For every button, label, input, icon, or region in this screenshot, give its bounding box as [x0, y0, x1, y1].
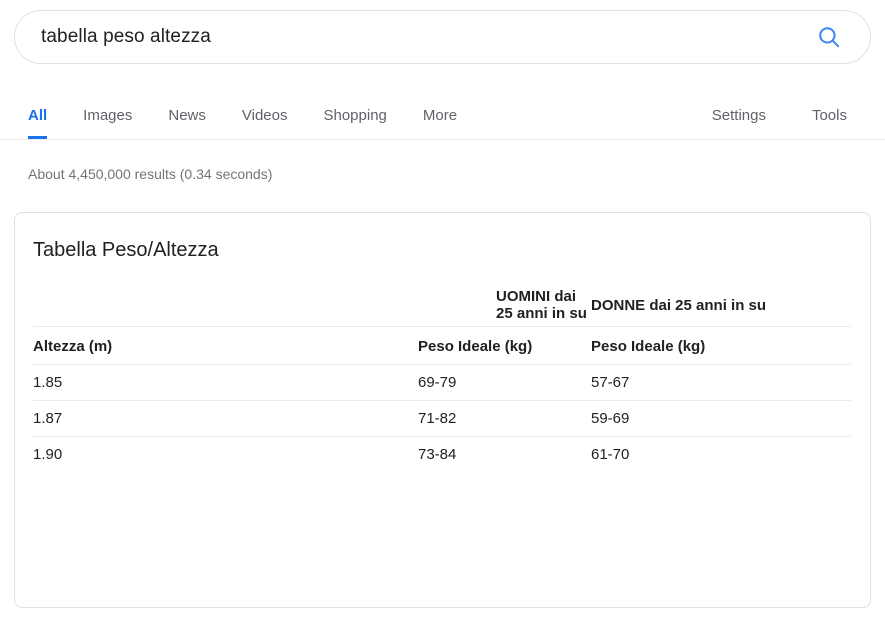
cell-men-weight: 69-79: [318, 364, 591, 401]
group-header-women: DONNE dai 25 anni in su: [591, 296, 767, 314]
column-header-men-weight: Peso Ideale (kg): [318, 326, 591, 365]
cell-height: 1.85: [33, 364, 318, 401]
result-stats: About 4,450,000 results (0.34 seconds): [28, 166, 273, 182]
search-icon: [819, 27, 840, 48]
column-header-women-weight: Peso Ideale (kg): [591, 326, 851, 365]
group-header-height: [33, 288, 318, 327]
search-nav-tabs: All Images News Videos Shopping More Set…: [0, 92, 885, 140]
tools-button[interactable]: Tools: [812, 92, 847, 139]
table-column-header-row: Altezza (m) Peso Ideale (kg) Peso Ideale…: [33, 326, 851, 365]
tab-news[interactable]: News: [168, 92, 206, 139]
column-header-height: Altezza (m): [33, 326, 318, 365]
table-row: 1.90 73-84 61-70: [33, 436, 851, 473]
tab-videos[interactable]: Videos: [242, 92, 288, 139]
cell-women-weight: 59-69: [591, 400, 851, 437]
cell-men-weight: 71-82: [318, 400, 591, 437]
nav-right-group: Settings Tools: [712, 92, 847, 139]
search-results-page: All Images News Videos Shopping More Set…: [0, 0, 885, 622]
table-group-header-row: UOMINI dai 25 anni in su DONNE dai 25 an…: [33, 288, 851, 327]
cell-height: 1.87: [33, 400, 318, 437]
cell-men-weight: 73-84: [318, 436, 591, 473]
weight-height-table: UOMINI dai 25 anni in su DONNE dai 25 an…: [33, 288, 851, 473]
cell-height: 1.90: [33, 436, 318, 473]
search-bar[interactable]: [14, 10, 871, 64]
featured-snippet-card: Tabella Peso/Altezza UOMINI dai 25 anni …: [14, 212, 871, 608]
tab-all[interactable]: All: [28, 92, 48, 139]
tab-more[interactable]: More: [423, 92, 457, 139]
search-button[interactable]: [812, 20, 846, 54]
table-row: 1.87 71-82 59-69: [33, 400, 851, 437]
tab-shopping[interactable]: Shopping: [323, 92, 386, 139]
settings-button[interactable]: Settings: [712, 92, 766, 139]
tab-images[interactable]: Images: [83, 92, 132, 139]
snippet-title: Tabella Peso/Altezza: [33, 239, 219, 261]
group-header-men: UOMINI dai 25 anni in su: [496, 288, 587, 322]
table-row: 1.85 69-79 57-67: [33, 364, 851, 401]
cell-women-weight: 61-70: [591, 436, 851, 473]
cell-women-weight: 57-67: [591, 364, 851, 401]
search-input[interactable]: [39, 25, 812, 49]
nav-left-group: All Images News Videos Shopping More: [28, 92, 457, 139]
